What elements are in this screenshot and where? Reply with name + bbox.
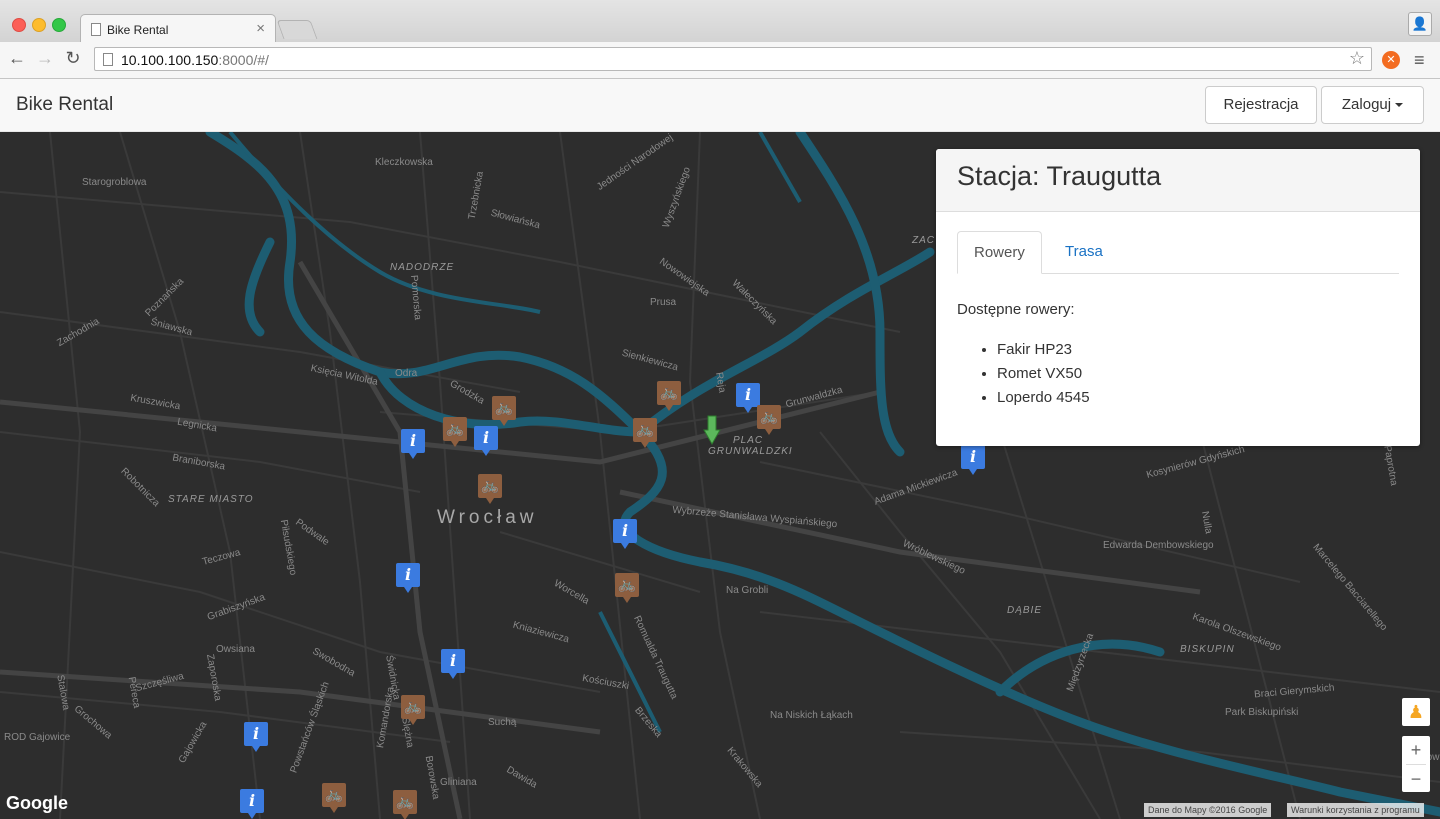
profile-icon[interactable]: 👤 <box>1408 12 1432 36</box>
close-tab-icon[interactable]: × <box>256 20 265 37</box>
extension-icon[interactable]: ✕ <box>1382 51 1400 69</box>
info-marker[interactable]: i <box>961 445 985 475</box>
tab-bikes[interactable]: Rowery <box>957 231 1042 274</box>
url-host: 10.100.100.150 <box>121 52 219 68</box>
street-label: Prusa <box>650 297 677 308</box>
street-label: Suchą <box>488 717 517 728</box>
bike-station-marker[interactable]: 🚲 <box>322 783 346 813</box>
list-item: Romet VX50 <box>997 362 1090 386</box>
bicycle-icon: 🚲 <box>403 698 423 715</box>
street-label: Na Grobli <box>726 585 769 596</box>
maximize-window-button[interactable] <box>52 18 66 32</box>
district-label: DĄBIE <box>1007 605 1043 616</box>
bicycle-icon: 🚲 <box>494 399 514 416</box>
caret-down-icon <box>1395 103 1404 108</box>
bike-station-marker[interactable]: 🚲 <box>478 474 502 504</box>
bike-station-marker[interactable]: 🚲 <box>615 573 639 603</box>
minimize-window-button[interactable] <box>32 18 46 32</box>
list-item: Fakir HP23 <box>997 338 1090 362</box>
back-arrow-icon[interactable]: ← <box>6 48 28 69</box>
tab-route[interactable]: Trasa <box>1049 231 1119 273</box>
bike-station-marker[interactable]: 🚲 <box>492 396 516 426</box>
document-icon <box>91 23 101 36</box>
map-data-attribution[interactable]: Dane do Mapy ©2016 Google <box>1144 803 1272 817</box>
new-tab-button[interactable] <box>276 20 318 39</box>
district-label: BISKUPIN <box>1180 644 1235 655</box>
login-label: Zaloguj <box>1341 96 1392 113</box>
city-label: Wrocław <box>437 507 538 528</box>
bike-station-marker[interactable]: 🚲 <box>401 695 425 725</box>
info-marker[interactable]: i <box>240 789 264 819</box>
bike-station-marker[interactable]: 🚲 <box>757 405 781 435</box>
browser-toolbar: ← → ↻ 10.100.100.150:8000/#/ ☆ ✕ ≡ <box>0 42 1440 79</box>
info-marker[interactable]: i <box>401 429 425 459</box>
bike-station-marker[interactable]: 🚲 <box>633 418 657 448</box>
url-text: 10.100.100.150:8000/#/ <box>121 52 269 68</box>
forward-arrow-icon[interactable]: → <box>34 48 56 69</box>
browser-menu-icon[interactable]: ≡ <box>1414 50 1425 71</box>
info-marker[interactable]: i <box>244 722 268 752</box>
zoom-out-button[interactable]: − <box>1402 765 1430 793</box>
available-bikes-label: Dostępne rowery: <box>957 301 1075 318</box>
zoom-in-button[interactable]: + <box>1402 736 1430 764</box>
bike-station-marker[interactable]: 🚲 <box>657 381 681 411</box>
register-button[interactable]: Rejestracja <box>1205 86 1317 124</box>
google-logo: Google <box>6 793 68 813</box>
street-label: Starogroblowa <box>82 177 147 188</box>
close-window-button[interactable] <box>12 18 26 32</box>
bicycle-icon: 🚲 <box>324 786 344 803</box>
street-label: Odra <box>395 368 418 379</box>
street-label: Park Biskupiński <box>1225 707 1299 718</box>
info-marker[interactable]: i <box>736 383 760 413</box>
info-marker[interactable]: i <box>474 426 498 456</box>
browser-tab-title: Bike Rental <box>107 23 169 37</box>
reload-icon[interactable]: ↻ <box>62 48 84 69</box>
info-marker[interactable]: i <box>396 563 420 593</box>
station-panel-header: Stacja: Traugutta <box>936 149 1420 212</box>
street-label: Gliniana <box>440 777 477 788</box>
district-label: STARE MIASTO <box>168 494 254 505</box>
app-brand[interactable]: Bike Rental <box>16 94 113 116</box>
address-bar[interactable]: 10.100.100.150:8000/#/ ☆ <box>94 47 1372 71</box>
district-label: PLAC <box>733 435 764 446</box>
street-label: Owsiana <box>216 644 255 655</box>
station-panel: Stacja: Traugutta Rowery Trasa Dostępne … <box>936 149 1420 446</box>
district-label: GRUNWALDZKI <box>708 446 793 457</box>
app-navbar: Bike Rental Rejestracja Zaloguj <box>0 79 1440 132</box>
street-label: Edwarda Dembowskiego <box>1103 540 1214 551</box>
bike-station-marker[interactable]: 🚲 <box>443 417 467 447</box>
login-dropdown-button[interactable]: Zaloguj <box>1321 86 1424 124</box>
bike-station-marker[interactable]: 🚲 <box>393 790 417 819</box>
district-label: NADODRZE <box>390 262 455 273</box>
user-location-marker <box>703 415 721 446</box>
bicycle-icon: 🚲 <box>395 793 415 810</box>
station-tabs: Rowery Trasa <box>957 231 1399 274</box>
bicycle-icon: 🚲 <box>617 576 637 593</box>
bicycle-icon: 🚲 <box>480 477 500 494</box>
browser-tab[interactable]: Bike Rental × <box>80 14 276 42</box>
bookmark-star-icon[interactable]: ☆ <box>1349 48 1365 69</box>
district-label: ZAC <box>912 235 935 246</box>
bicycle-icon: 🚲 <box>635 421 655 438</box>
bike-list: Fakir HP23 Romet VX50 Loperdo 4545 <box>977 338 1090 410</box>
info-marker[interactable]: i <box>441 649 465 679</box>
page-icon <box>103 53 113 66</box>
bicycle-icon: 🚲 <box>759 408 779 425</box>
terms-of-use-link[interactable]: Warunki korzystania z programu <box>1287 803 1424 817</box>
zoom-control: + − <box>1402 736 1430 792</box>
browser-tab-strip: Bike Rental × 👤 <box>0 0 1440 43</box>
street-label: ROD Gajowice <box>4 732 71 743</box>
bicycle-icon: 🚲 <box>445 420 465 437</box>
street-view-pegman-icon[interactable]: ♟ <box>1402 698 1430 726</box>
bicycle-icon: 🚲 <box>659 384 679 401</box>
street-label: Kleczkowska <box>375 157 433 168</box>
list-item: Loperdo 4545 <box>997 386 1090 410</box>
street-label: Na Niskich Łąkach <box>770 710 853 721</box>
station-title: Stacja: Traugutta <box>957 161 1162 191</box>
info-marker[interactable]: i <box>613 519 637 549</box>
url-path: :8000/#/ <box>218 52 269 68</box>
